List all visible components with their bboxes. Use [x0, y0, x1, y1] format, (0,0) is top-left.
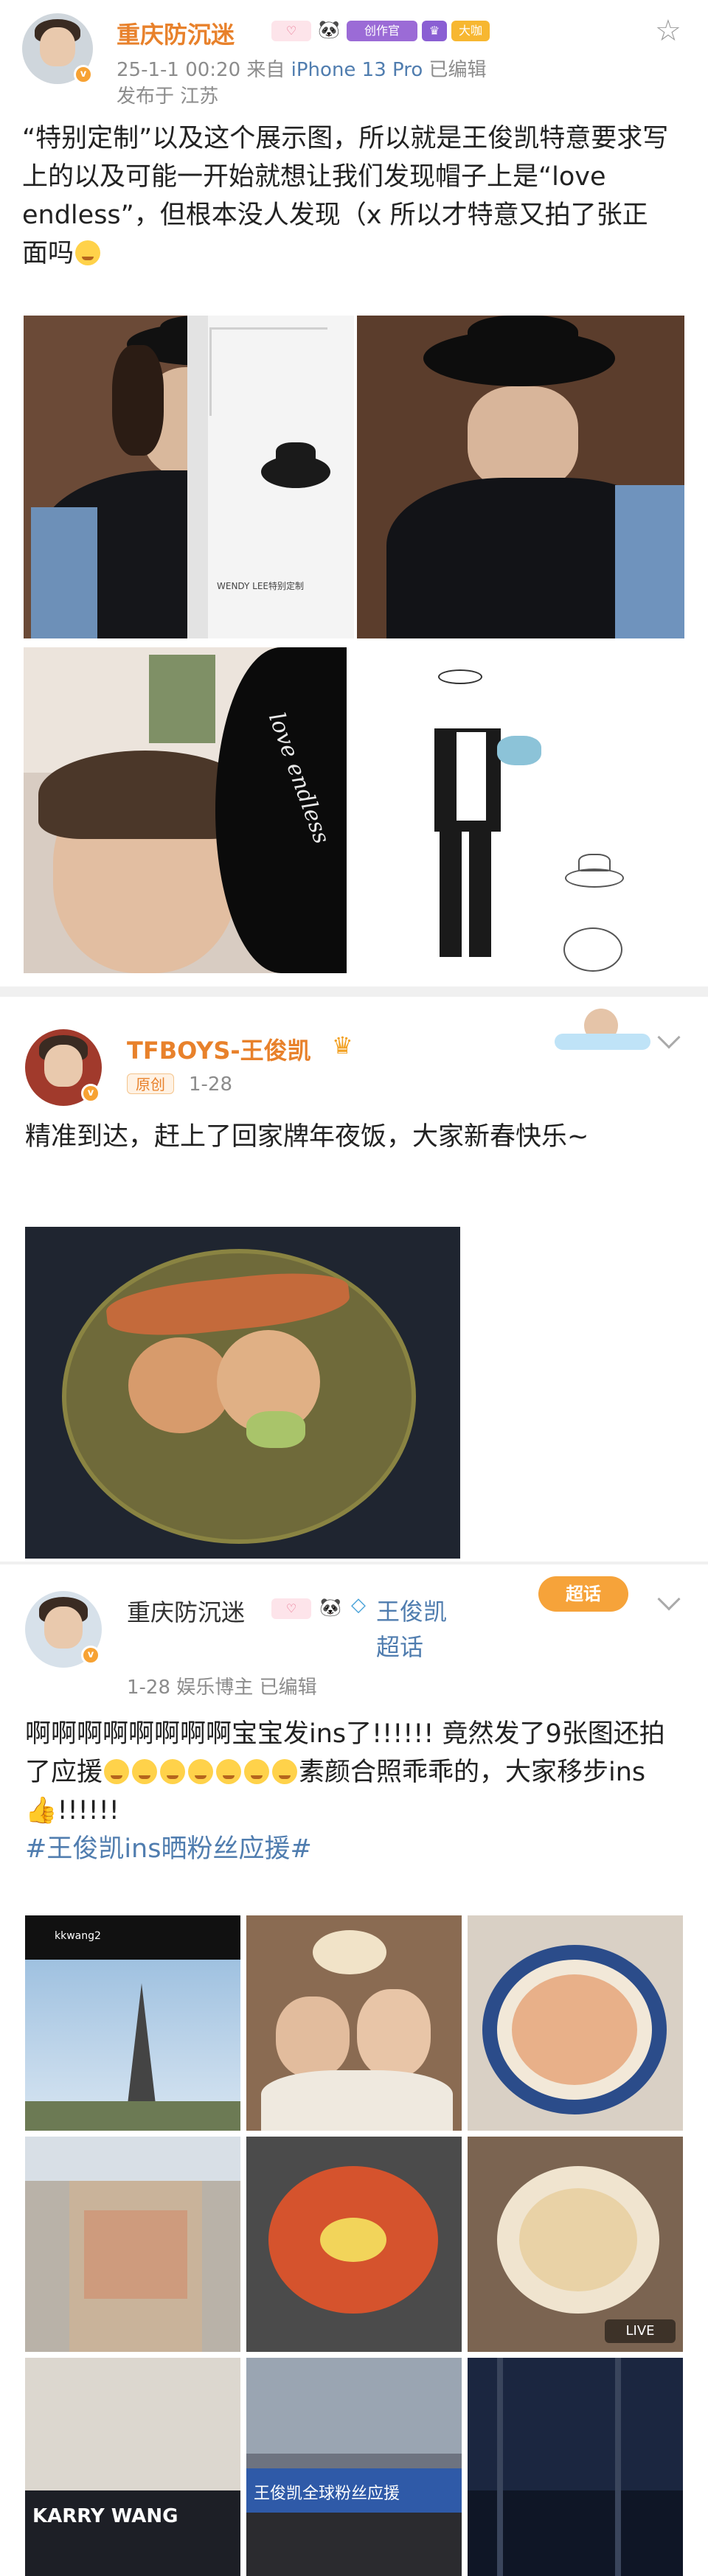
edited-label: 已编辑 [259, 1677, 317, 1699]
verified-badge-icon: v [81, 1646, 100, 1665]
super-topic-icon[interactable]: 超话 [538, 1576, 628, 1612]
photo-fans-crowd[interactable]: 王俊凯全球粉丝应援 [246, 2358, 462, 2576]
post-location: 发布于 江苏 [117, 86, 219, 108]
verified-badge-icon: v [74, 65, 93, 84]
photo-street-building[interactable] [25, 2137, 240, 2352]
username[interactable]: TFBOYS-王俊凯 [127, 1032, 311, 1066]
post-text: 啊啊啊啊啊啊啊啊宝宝发ins了!!!!!! 竟然发了9张图还拍了应援 素颜合照乖乖… [25, 1715, 681, 1868]
chevron-down-icon[interactable] [657, 1026, 681, 1049]
chevron-down-icon[interactable] [657, 1587, 681, 1611]
crying-emoji-icon [75, 240, 101, 265]
photo-instagram[interactable]: kkwang2 [25, 1915, 240, 2131]
post-time: 25-1-1 00:20 来自 iPhone 13 Pro 已编辑 [117, 55, 487, 82]
live-badge[interactable]: LIVE [605, 2319, 676, 2343]
live-label: LIVE [625, 2323, 655, 2339]
photo-lobster[interactable] [246, 2137, 462, 2352]
vip-badge-icon: ♛ [422, 21, 447, 41]
banner-text-2: 王俊凯全球粉丝应援 [254, 2485, 400, 2503]
banner-text: KARRY WANG [32, 2505, 178, 2527]
crying-emoji-icon [244, 1759, 270, 1784]
profile-decoration [555, 1004, 650, 1056]
username[interactable]: 重庆防沉迷 [127, 1594, 245, 1628]
post-card-1: v 重庆防沉迷 ♡ 🐼 创作官 ♛ 大咖 ☆ 25-1-1 00:20 来自 i… [0, 0, 708, 981]
panda-icon: 🐼 [318, 19, 340, 40]
post-date: 1-28 [127, 1677, 171, 1699]
photo-selfie-group[interactable] [246, 1915, 462, 2131]
fan-badge: ♡ [271, 21, 311, 41]
post-date: 1-28 [189, 1073, 233, 1096]
verified-badge-icon: v [81, 1084, 100, 1103]
star-icon[interactable]: ☆ [655, 16, 681, 46]
post-text-part3: !!!!!! [57, 1796, 119, 1825]
ig-handle: kkwang2 [55, 1930, 101, 1942]
crying-emoji-icon [160, 1759, 186, 1784]
device-name[interactable]: iPhone 13 Pro [291, 59, 423, 81]
hashtag-link[interactable]: #王俊凯ins晒粉丝应援# [25, 1834, 312, 1864]
post-text: “特别定制”以及这个展示图，所以就是王俊凯特意要求写上的以及可能一开始就想让我们… [22, 119, 671, 273]
sketch-caption: WENDY LEE特别定制 [217, 581, 305, 591]
crying-emoji-icon [216, 1759, 242, 1784]
photo-noodles[interactable] [468, 1915, 683, 2131]
crying-emoji-icon [104, 1759, 130, 1784]
super-topic-label: 超话 [566, 1584, 601, 1604]
post-meta: 1-28 娱乐博主 已编辑 [127, 1672, 317, 1699]
photo-2-hat[interactable]: WENDY LEE特别定制 [187, 316, 354, 638]
post-divider [0, 986, 708, 997]
panda-icon: 🐼 [319, 1597, 341, 1618]
crying-emoji-icon [188, 1759, 214, 1784]
crying-emoji-icon [272, 1759, 298, 1784]
post-text-content: “特别定制”以及这个展示图，所以就是王俊凯特意要求写上的以及可能一开始就想让我们… [22, 124, 669, 268]
post-text: 精准到达，赶上了回家牌年夜饭，大家新春快乐~ [25, 1122, 589, 1152]
post-text-part2: 素颜合照乖乖的，大家移步ins [299, 1758, 646, 1787]
fan-badge: ♡ [271, 1598, 311, 1619]
photo-3[interactable] [357, 316, 684, 638]
photo-4[interactable]: love endless [24, 647, 347, 973]
edited-label: 已编辑 [428, 59, 487, 81]
vip-crown-icon: ♛ [332, 1031, 353, 1059]
photo-dessert[interactable]: LIVE [468, 2137, 683, 2352]
big-star-badge: 大咖 [451, 21, 490, 41]
creator-badge: 创作官 [347, 21, 417, 41]
time-source: 25-1-1 00:20 来自 [117, 59, 291, 81]
original-tag: 原创 [127, 1073, 174, 1094]
post-card-3: v 重庆防沉迷 ♡ 🐼 ◇ 王俊凯超话 超话 1-28 娱乐博主 已编辑 啊啊啊… [0, 1564, 708, 2576]
photo-airport-night[interactable] [468, 2358, 683, 2576]
super-topic-link[interactable]: 王俊凯超话 [376, 1594, 465, 1665]
username[interactable]: 重庆防沉迷 [117, 16, 235, 50]
author-role: 娱乐博主 [176, 1677, 254, 1699]
diamond-icon: ◇ [351, 1594, 366, 1616]
thumbs-up-icon: 👍 [25, 1796, 58, 1825]
photo-5-sketch[interactable] [357, 647, 684, 973]
photo-food[interactable] [25, 1227, 460, 1559]
post-card-2: v TFBOYS-王俊凯 ♛ 原创 1-28 精准到达，赶上了回家牌年夜饭，大家… [0, 997, 708, 1564]
crying-emoji-icon [132, 1759, 158, 1784]
photo-fans-banner[interactable]: KARRY WANG [25, 2358, 240, 2576]
